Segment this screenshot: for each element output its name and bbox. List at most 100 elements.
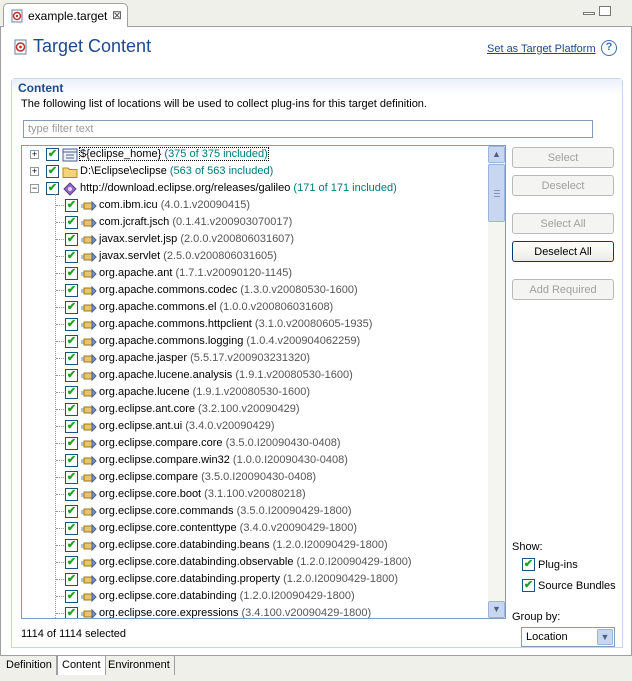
tree-plugin-row[interactable]: ✔ com.jcraft.jsch (0.1.41.v200903070017) xyxy=(22,214,488,231)
tree-connector xyxy=(55,194,56,618)
plugin-checkbox[interactable]: ✔ xyxy=(65,437,78,450)
tree-plugin-row[interactable]: ✔ org.eclipse.ant.ui (3.4.0.v20090429) xyxy=(22,418,488,435)
select-button[interactable]: Select xyxy=(512,147,614,168)
plugin-checkbox[interactable]: ✔ xyxy=(65,522,78,535)
close-tab-icon[interactable]: ⊠ xyxy=(112,8,122,22)
plugin-checkbox[interactable]: ✔ xyxy=(65,573,78,586)
plugin-icon xyxy=(81,472,97,484)
tree-plugin-row[interactable]: ✔ org.eclipse.core.databinding.property (… xyxy=(22,571,488,588)
tree-plugin-row[interactable]: ✔ org.apache.lucene (1.9.1.v20080530-1600… xyxy=(22,384,488,401)
plugin-checkbox[interactable]: ✔ xyxy=(65,352,78,365)
expand-icon[interactable]: + xyxy=(30,167,39,176)
tree-plugin-row[interactable]: ✔ org.eclipse.core.expressions (3.4.100.v… xyxy=(22,605,488,618)
plugin-checkbox[interactable]: ✔ xyxy=(65,403,78,416)
plugin-version: (1.2.0.I20090429-1800) xyxy=(293,556,412,568)
plugin-name: org.eclipse.compare.win32 xyxy=(99,454,230,466)
plugin-checkbox[interactable]: ✔ xyxy=(65,301,78,314)
deselect-button[interactable]: Deselect xyxy=(512,175,614,196)
scroll-thumb[interactable] xyxy=(488,164,505,222)
tree-plugin-row[interactable]: ✔ org.apache.commons.logging (1.0.4.v2009… xyxy=(22,333,488,350)
location-checkbox[interactable]: ✔ xyxy=(46,148,59,161)
scroll-up-icon[interactable]: ▲ xyxy=(488,146,505,163)
scroll-down-icon[interactable]: ▼ xyxy=(488,601,505,618)
tree-location-row[interactable]: + ✔ D:\Eclipse\eclipse (563 of 563 include… xyxy=(22,163,488,180)
show-plugins-option[interactable]: ✔ Plug-ins xyxy=(522,557,622,572)
plugin-checkbox[interactable]: ✔ xyxy=(65,471,78,484)
vertical-scrollbar[interactable]: ▲ ▼ xyxy=(488,146,505,618)
plugin-label: javax.servlet.jsp (2.0.0.v200806031607) xyxy=(99,233,294,245)
tree-plugin-row[interactable]: ✔ javax.servlet (2.5.0.v200806031605) xyxy=(22,248,488,265)
select-all-button[interactable]: Select All xyxy=(512,213,614,234)
plugin-checkbox[interactable]: ✔ xyxy=(65,250,78,263)
show-source-bundles-option[interactable]: ✔ Source Bundles xyxy=(522,578,622,593)
tab-content[interactable]: Content xyxy=(57,656,106,675)
plugin-version: (1.2.0.I20090429-1800) xyxy=(269,539,388,551)
plugin-icon xyxy=(81,234,97,246)
add-required-button[interactable]: Add Required xyxy=(512,279,614,300)
tree-plugin-row[interactable]: ✔ org.apache.commons.el (1.0.0.v200806031… xyxy=(22,299,488,316)
tree-plugin-row[interactable]: ✔ org.apache.lucene.analysis (1.9.1.v2008… xyxy=(22,367,488,384)
tree-plugin-row[interactable]: ✔ org.eclipse.compare (3.5.0.I20090430-04… xyxy=(22,469,488,486)
content-tree[interactable]: + ✔ ${eclipse_home} (375 of 375 included) +… xyxy=(21,145,506,619)
tree-location-row[interactable]: + ✔ ${eclipse_home} (375 of 375 included) xyxy=(22,146,488,163)
plugin-checkbox[interactable]: ✔ xyxy=(65,420,78,433)
plugin-checkbox[interactable]: ✔ xyxy=(65,216,78,229)
show-source-bundles-checkbox[interactable]: ✔ xyxy=(522,579,535,592)
tree-plugin-row[interactable]: ✔ org.apache.ant (1.7.1.v20090120-1145) xyxy=(22,265,488,282)
location-name: D:\Eclipse\eclipse xyxy=(80,165,167,177)
show-plugins-checkbox[interactable]: ✔ xyxy=(522,558,535,571)
tree-plugin-row[interactable]: ✔ org.eclipse.core.databinding.observable… xyxy=(22,554,488,571)
location-checkbox[interactable]: ✔ xyxy=(46,165,59,178)
plugin-label: com.ibm.icu (4.0.1.v20090415) xyxy=(99,199,250,211)
maximize-icon[interactable] xyxy=(599,6,611,16)
tab-environment[interactable]: Environment xyxy=(104,656,175,675)
plugin-checkbox[interactable]: ✔ xyxy=(65,233,78,246)
plugin-version: (3.2.100.v20090429) xyxy=(195,403,300,415)
plugin-checkbox[interactable]: ✔ xyxy=(65,539,78,552)
plugin-checkbox[interactable]: ✔ xyxy=(65,505,78,518)
tree-plugin-row[interactable]: ✔ org.apache.commons.httpclient (3.1.0.v2… xyxy=(22,316,488,333)
plugin-checkbox[interactable]: ✔ xyxy=(65,335,78,348)
tree-plugin-row[interactable]: ✔ org.eclipse.core.databinding.beans (1.2… xyxy=(22,537,488,554)
group-by-select[interactable]: Location ▼ xyxy=(521,627,615,647)
selection-count: 1114 of 1114 selected xyxy=(21,628,126,640)
plugin-checkbox[interactable]: ✔ xyxy=(65,318,78,331)
tree-location-row[interactable]: − ✔ http://download.eclipse.org/releases/g… xyxy=(22,180,488,197)
plugin-icon xyxy=(81,353,97,365)
tree-plugin-row[interactable]: ✔ org.apache.jasper (5.5.17.v200903231320… xyxy=(22,350,488,367)
set-as-target-platform-link[interactable]: Set as Target Platform xyxy=(487,43,596,55)
plugin-icon xyxy=(81,319,97,331)
filter-input[interactable] xyxy=(23,120,593,138)
tree-plugin-row[interactable]: ✔ org.apache.commons.codec (1.3.0.v200805… xyxy=(22,282,488,299)
plugin-name: org.apache.commons.httpclient xyxy=(99,318,252,330)
help-icon[interactable]: ? xyxy=(601,40,617,56)
plugin-checkbox[interactable]: ✔ xyxy=(65,488,78,501)
minimize-icon[interactable] xyxy=(583,12,595,15)
plugin-checkbox[interactable]: ✔ xyxy=(65,386,78,399)
tree-plugin-row[interactable]: ✔ javax.servlet.jsp (2.0.0.v200806031607) xyxy=(22,231,488,248)
expand-icon[interactable]: + xyxy=(30,150,39,159)
plugin-label: org.apache.commons.codec (1.3.0.v2008053… xyxy=(99,284,358,296)
tab-definition[interactable]: Definition xyxy=(2,656,57,675)
tree-plugin-row[interactable]: ✔ org.eclipse.core.boot (3.1.100.v2008021… xyxy=(22,486,488,503)
plugin-checkbox[interactable]: ✔ xyxy=(65,556,78,569)
tree-plugin-row[interactable]: ✔ org.eclipse.core.contenttype (3.4.0.v20… xyxy=(22,520,488,537)
location-checkbox[interactable]: ✔ xyxy=(46,182,59,195)
plugin-checkbox[interactable]: ✔ xyxy=(65,454,78,467)
plugin-checkbox[interactable]: ✔ xyxy=(65,284,78,297)
chevron-down-icon[interactable]: ▼ xyxy=(597,629,613,645)
tree-plugin-row[interactable]: ✔ org.eclipse.core.commands (3.5.0.I20090… xyxy=(22,503,488,520)
collapse-icon[interactable]: − xyxy=(30,184,39,193)
deselect-all-button[interactable]: Deselect All xyxy=(512,241,614,262)
tree-plugin-row[interactable]: ✔ org.eclipse.core.databinding (1.2.0.I20… xyxy=(22,588,488,605)
editor-tab-example-target[interactable]: example.target ⊠ xyxy=(3,3,128,28)
tree-plugin-row[interactable]: ✔ org.eclipse.compare.win32 (1.0.0.I20090… xyxy=(22,452,488,469)
tree-plugin-row[interactable]: ✔ org.eclipse.ant.core (3.2.100.v20090429… xyxy=(22,401,488,418)
tree-plugin-row[interactable]: ✔ org.eclipse.compare.core (3.5.0.I200904… xyxy=(22,435,488,452)
plugin-checkbox[interactable]: ✔ xyxy=(65,590,78,603)
plugin-checkbox[interactable]: ✔ xyxy=(65,267,78,280)
plugin-checkbox[interactable]: ✔ xyxy=(65,369,78,382)
plugin-checkbox[interactable]: ✔ xyxy=(65,199,78,212)
plugin-checkbox[interactable]: ✔ xyxy=(65,607,78,618)
tree-plugin-row[interactable]: ✔ com.ibm.icu (4.0.1.v20090415) xyxy=(22,197,488,214)
